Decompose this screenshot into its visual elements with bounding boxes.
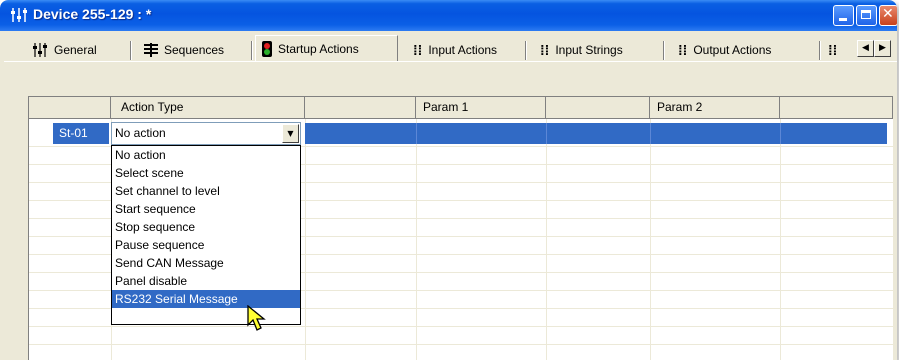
- dropdown-option[interactable]: Send CAN Message: [112, 254, 300, 272]
- grid-line: [780, 119, 781, 360]
- close-icon: ✕: [882, 6, 894, 22]
- action-type-combobox[interactable]: No action ▼: [111, 122, 301, 145]
- arrow-left-icon: ◀: [862, 43, 869, 53]
- dropdown-option[interactable]: Select scene: [112, 164, 300, 182]
- grid-header: Action Type Param 1 Param 2: [29, 97, 893, 119]
- dropdown-option[interactable]: Pause sequence: [112, 236, 300, 254]
- grid-line: [650, 119, 651, 360]
- scroll-right-button[interactable]: ▶: [874, 40, 891, 57]
- tab-sequences[interactable]: Sequences: [144, 38, 224, 61]
- grid-line: [416, 119, 417, 360]
- grid-line: [29, 326, 893, 327]
- tab-separator: [819, 41, 821, 60]
- combobox-value: No action: [115, 126, 166, 140]
- tab-label: Input Strings: [555, 42, 623, 57]
- device-window: Device 255-129 : * ✕ General Sequences S…: [0, 0, 897, 360]
- tab-label: Input Actions: [428, 42, 498, 57]
- grid-line: [416, 123, 417, 144]
- header-cell-rownum: [29, 97, 111, 118]
- tab-overflow[interactable]: ⁞⁞: [828, 38, 843, 61]
- dots-icon: ⁞⁞: [828, 41, 838, 58]
- dots-icon: ⁞⁞: [678, 41, 688, 58]
- sliders-icon: [33, 42, 47, 57]
- sliders-icon: [11, 8, 27, 22]
- tab-input-strings[interactable]: ⁞⁞ Input Strings: [540, 38, 623, 61]
- window-title: Device 255-129 : *: [33, 6, 152, 22]
- list-icon: [144, 42, 158, 57]
- header-blank[interactable]: [305, 97, 416, 118]
- tab-label: Sequences: [164, 42, 225, 57]
- title-bar[interactable]: Device 255-129 : * ✕: [0, 0, 897, 31]
- tab-separator: [130, 41, 132, 60]
- tab-scroll-arrows: ◀ ▶: [857, 40, 891, 57]
- header-param-2[interactable]: Param 2: [650, 97, 780, 118]
- scroll-left-button[interactable]: ◀: [857, 40, 874, 57]
- tab-input-actions[interactable]: ⁞⁞ Input Actions: [413, 38, 497, 61]
- mouse-pointer-icon: [247, 305, 266, 331]
- dots-icon: ⁞⁞: [413, 41, 423, 58]
- tab-baseline: [4, 61, 897, 62]
- maximize-button[interactable]: [856, 5, 877, 26]
- grid-line: [650, 123, 651, 144]
- tab-label: General: [54, 42, 97, 57]
- maximize-icon: [861, 10, 871, 19]
- dropdown-option[interactable]: Stop sequence: [112, 218, 300, 236]
- chevron-down-icon: ▼: [287, 129, 294, 138]
- header-action-type[interactable]: Action Type: [111, 97, 305, 118]
- tab-startup-actions[interactable]: Startup Actions: [255, 35, 398, 62]
- dropdown-option[interactable]: Start sequence: [112, 200, 300, 218]
- header-param-1[interactable]: Param 1: [416, 97, 546, 118]
- selected-row[interactable]: [305, 123, 887, 144]
- tab-output-actions[interactable]: ⁞⁞ Output Actions: [678, 38, 771, 61]
- traffic-light-icon: [262, 41, 272, 57]
- action-type-dropdown-list: No action Select scene Set channel to le…: [111, 145, 301, 325]
- actions-grid[interactable]: Action Type Param 1 Param 2 St-01 No act…: [28, 96, 893, 360]
- dropdown-option-highlighted[interactable]: RS232 Serial Message: [112, 290, 300, 308]
- header-blank[interactable]: [780, 97, 893, 118]
- grid-line: [780, 123, 781, 144]
- dropdown-option[interactable]: No action: [112, 146, 300, 164]
- row-header[interactable]: St-01: [53, 123, 109, 144]
- dots-icon: ⁞⁞: [540, 41, 550, 58]
- grid-line: [305, 119, 306, 360]
- tab-label: Output Actions: [693, 42, 772, 57]
- minimize-icon: [839, 18, 847, 21]
- tab-separator: [251, 41, 253, 60]
- tab-label: Startup Actions: [278, 42, 359, 56]
- tab-general[interactable]: General: [32, 38, 97, 61]
- dropdown-option[interactable]: Set channel to level: [112, 182, 300, 200]
- grid-line: [546, 123, 547, 144]
- minimize-button[interactable]: [833, 5, 854, 26]
- close-button[interactable]: ✕: [879, 5, 897, 26]
- tab-separator: [525, 41, 527, 60]
- grid-line: [546, 119, 547, 360]
- header-blank[interactable]: [546, 97, 650, 118]
- dropdown-option[interactable]: Panel disable: [112, 272, 300, 290]
- dropdown-button[interactable]: ▼: [282, 124, 299, 143]
- tab-separator: [663, 41, 665, 60]
- grid-line: [29, 344, 893, 345]
- arrow-right-icon: ▶: [879, 43, 886, 53]
